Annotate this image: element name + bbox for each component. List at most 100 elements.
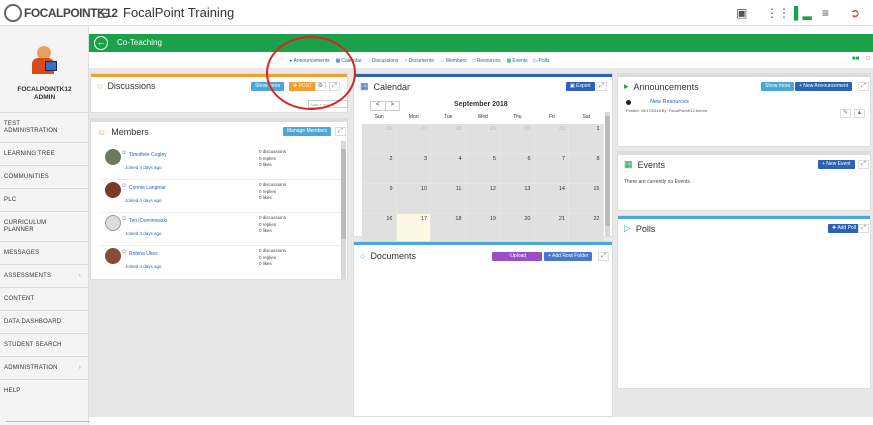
member-avatar xyxy=(105,248,121,264)
tab-polls[interactable]: ▷ Polls xyxy=(534,56,550,66)
calendar-day-cell[interactable]: 3 xyxy=(396,154,431,184)
expand-icon[interactable]: ⤢ xyxy=(858,82,869,91)
calendar-day-cell[interactable]: 22 xyxy=(569,214,604,244)
announcements-heading: ▸ Announcements xyxy=(624,81,699,92)
member-name[interactable]: Connie Langmar xyxy=(129,185,166,191)
sidebar-item-communities[interactable]: COMMUNITIES xyxy=(0,165,89,188)
new-announcement-button[interactable]: + New Announcement xyxy=(795,82,853,91)
new-event-button[interactable]: + New Event xyxy=(818,160,855,169)
member-name[interactable]: Robina Ukes xyxy=(129,251,158,257)
member-stats: 0 discussions 0 replies 0 likes xyxy=(259,215,287,233)
document-icon: ○ xyxy=(360,251,366,261)
calendar-day-cell[interactable]: 11 xyxy=(431,184,466,214)
id-card-icon[interactable]: ▣ xyxy=(736,6,747,20)
tab-discussions[interactable]: ○ Discussions xyxy=(368,56,399,66)
calendar-day-cell[interactable]: 17 xyxy=(396,214,431,244)
calendar-day-cell[interactable]: 13 xyxy=(500,184,535,214)
poll-icon: ▷ xyxy=(533,58,538,64)
show-more-button[interactable]: Show more xyxy=(761,82,795,91)
calendar-day-cell[interactable]: 26 xyxy=(362,124,397,154)
sidebar-item-learning-tree[interactable]: LEARNING TREE xyxy=(0,142,89,165)
members-scrollbar[interactable] xyxy=(341,141,346,279)
expand-icon[interactable]: ⤢ xyxy=(858,160,869,169)
calendar-nav: < > xyxy=(370,101,400,111)
member-name[interactable]: Timothée Cogley xyxy=(129,152,167,158)
sidebar-item-assessments[interactable]: ASSESSMENTS › xyxy=(0,264,89,287)
calendar-scrollbar[interactable] xyxy=(605,112,610,236)
next-month-button[interactable]: > xyxy=(384,102,400,110)
sidebar-item-plc[interactable]: PLC xyxy=(0,188,89,211)
expand-icon[interactable]: ⤢ xyxy=(335,127,346,136)
sidebar: FOCALPOINTK12 ADMIN TEST ADMINISTRATION L… xyxy=(0,26,89,425)
calendar-day-cell[interactable]: 18 xyxy=(431,214,466,244)
delete-icon[interactable]: ▲ xyxy=(854,109,865,118)
sidebar-item-administration[interactable]: ADMINISTRATION › xyxy=(0,356,89,379)
user-group-icon: ☺ xyxy=(121,150,128,156)
view-toggle-icon[interactable]: ■■ xyxy=(852,56,859,62)
calendar-day-header: Sun xyxy=(374,114,384,120)
top-bar: FOCALPOINTK12 ☰ FocalPoint Training ▣ ⋮⋮… xyxy=(0,0,873,26)
calendar-day-cell[interactable]: 27 xyxy=(396,124,431,154)
tab-documents[interactable]: ○ Documents xyxy=(404,56,433,66)
add-poll-button[interactable]: ✚ Add Poll xyxy=(828,224,860,233)
calendar-day-cell[interactable]: 20 xyxy=(500,214,535,244)
announcement-title[interactable]: New Resources xyxy=(650,99,689,105)
calendar-day-cell[interactable]: 28 xyxy=(431,124,466,154)
calendar-day-cell[interactable]: 16 xyxy=(362,214,397,244)
calendar-day-cell[interactable]: 8 xyxy=(569,154,604,184)
logout-icon[interactable]: ➲ xyxy=(850,6,860,20)
calendar-day-cell[interactable]: 6 xyxy=(500,154,535,184)
user-name: FOCALPOINTK12 ADMIN xyxy=(17,86,72,101)
events-icon: ▦ xyxy=(506,58,512,64)
sidebar-item-test-administration[interactable]: TEST ADMINISTRATION xyxy=(0,112,89,142)
calendar-day-cell[interactable]: 21 xyxy=(534,214,569,244)
tab-events[interactable]: ▦ Events xyxy=(507,56,528,66)
calendar-day-cell[interactable]: 14 xyxy=(534,184,569,214)
chat-icon: ○ xyxy=(367,58,371,64)
manage-members-button[interactable]: Manage Members xyxy=(283,127,332,136)
edit-icon[interactable]: ✎ xyxy=(840,109,851,118)
calendar-day-cell[interactable]: 4 xyxy=(431,154,466,184)
bars-chart-icon[interactable]: ▌▂ xyxy=(794,6,812,20)
calendar-day-cell[interactable]: 10 xyxy=(396,184,431,214)
megaphone-icon: ▸ xyxy=(624,81,629,91)
chevron-right-icon: › xyxy=(78,364,81,371)
calendar-day-cell[interactable]: 5 xyxy=(465,154,500,184)
export-button[interactable]: ▣ Export xyxy=(566,82,595,91)
calendar-day-cell[interactable]: 19 xyxy=(465,214,500,244)
expand-icon[interactable]: ⤢ xyxy=(598,252,609,261)
logo-mark-icon xyxy=(4,4,22,22)
announcements-panel: ▸ Announcements Show more + New Announcem… xyxy=(617,73,871,147)
sidebar-item-help[interactable]: HELP xyxy=(0,379,89,402)
member-joined: Joined 4 days ago xyxy=(125,198,162,203)
tab-resources[interactable]: □ Resources xyxy=(473,56,501,66)
list-icon[interactable]: ≡ xyxy=(822,6,829,20)
calendar-day-cell[interactable]: 7 xyxy=(534,154,569,184)
prev-month-button[interactable]: < xyxy=(371,102,385,110)
member-name[interactable]: Terri Dominowski xyxy=(129,218,167,224)
calendar-day-cell[interactable]: 2 xyxy=(362,154,397,184)
menu-icon[interactable]: ☰ xyxy=(97,6,109,22)
add-root-folder-button[interactable]: + Add Root Folder xyxy=(544,252,593,261)
calendar-day-cell[interactable]: 31 xyxy=(534,124,569,154)
expand-icon[interactable]: ⤢ xyxy=(596,82,607,91)
view-list-icon[interactable]: □ xyxy=(866,56,870,62)
calendar-day-cell[interactable]: 9 xyxy=(362,184,397,214)
grid-icon[interactable]: ⋮⋮ xyxy=(766,6,790,20)
calendar-day-cell[interactable]: 1 xyxy=(569,124,604,154)
community-title: Co-Teaching xyxy=(117,38,162,47)
upload-button[interactable]: ↑Upload xyxy=(492,252,542,261)
tab-members[interactable]: ☺ Members xyxy=(440,56,467,66)
sidebar-item-data-dashboard[interactable]: DATA DASHBOARD xyxy=(0,310,89,333)
sidebar-item-curriculum-planner[interactable]: CURRICULUM PLANNER xyxy=(0,211,89,241)
sidebar-item-content[interactable]: CONTENT xyxy=(0,287,89,310)
calendar-day-cell[interactable]: 12 xyxy=(465,184,500,214)
back-arrow-icon[interactable]: ← xyxy=(94,36,108,50)
calendar-day-cell[interactable]: 30 xyxy=(500,124,535,154)
calendar-heading: ▦ Calendar xyxy=(360,81,411,92)
sidebar-item-messages[interactable]: MESSAGES xyxy=(0,241,89,264)
sidebar-item-student-search[interactable]: STUDENT SEARCH xyxy=(0,333,89,356)
calendar-day-cell[interactable]: 29 xyxy=(465,124,500,154)
expand-icon[interactable]: ⤢ xyxy=(858,224,869,233)
calendar-day-cell[interactable]: 15 xyxy=(569,184,604,214)
